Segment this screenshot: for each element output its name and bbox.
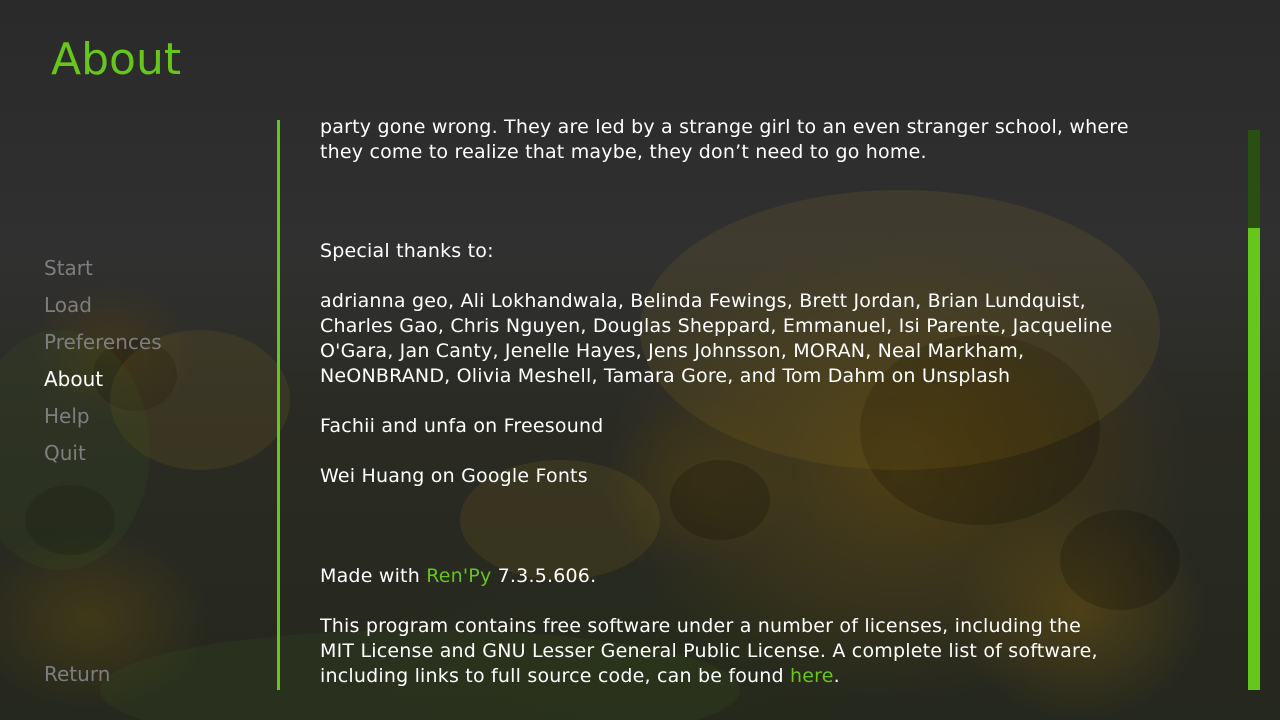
- main-menu: Start Load Preferences About Help Quit: [44, 256, 264, 478]
- vertical-scrollbar[interactable]: [1248, 130, 1260, 690]
- license-text: including links to full source code, can…: [320, 665, 791, 687]
- fonts-credit: Wei Huang on Google Fonts: [320, 465, 588, 487]
- nav-item-start[interactable]: Start: [44, 256, 264, 293]
- unsplash-credit-line: O'Gara, Jan Canty, Jenelle Hayes, Jens J…: [320, 340, 1025, 362]
- nav-item-quit[interactable]: Quit: [44, 441, 264, 478]
- screen-title: About: [51, 34, 182, 85]
- nav-item-help[interactable]: Help: [44, 404, 264, 441]
- made-with-prefix: Made with: [320, 565, 427, 587]
- nav-item-about[interactable]: About: [44, 367, 264, 404]
- about-text-viewport[interactable]: party gone wrong. They are led by a stra…: [320, 115, 1230, 720]
- scrollbar-thumb[interactable]: [1248, 228, 1260, 690]
- nav-item-preferences[interactable]: Preferences: [44, 330, 264, 367]
- description-line: party gone wrong. They are led by a stra…: [320, 116, 1129, 138]
- made-with-line: Made with Ren'Py 7.3.5.606.: [320, 564, 1225, 589]
- description-line: they come to realize that maybe, they do…: [320, 141, 927, 163]
- license-line: This program contains free software unde…: [320, 615, 1081, 637]
- unsplash-credit-line: adrianna geo, Ali Lokhandwala, Belinda F…: [320, 290, 1086, 312]
- unsplash-credit-line: Charles Gao, Chris Nguyen, Douglas Shepp…: [320, 315, 1113, 337]
- renpy-link[interactable]: Ren'Py: [426, 565, 491, 587]
- source-code-link[interactable]: here: [790, 665, 834, 687]
- license-period: .: [833, 665, 840, 687]
- return-button[interactable]: Return: [44, 662, 110, 686]
- menu-divider: [277, 120, 280, 690]
- about-text: party gone wrong. They are led by a stra…: [320, 115, 1225, 689]
- license-line: MIT License and GNU Lesser General Publi…: [320, 640, 1098, 662]
- made-with-version: 7.3.5.606.: [491, 565, 597, 587]
- thanks-heading: Special thanks to:: [320, 240, 494, 262]
- license-line: including links to full source code, can…: [320, 664, 1225, 689]
- nav-item-load[interactable]: Load: [44, 293, 264, 330]
- unsplash-credit-line: NeONBRAND, Olivia Meshell, Tamara Gore, …: [320, 365, 1011, 387]
- freesound-credit: Fachii and unfa on Freesound: [320, 415, 604, 437]
